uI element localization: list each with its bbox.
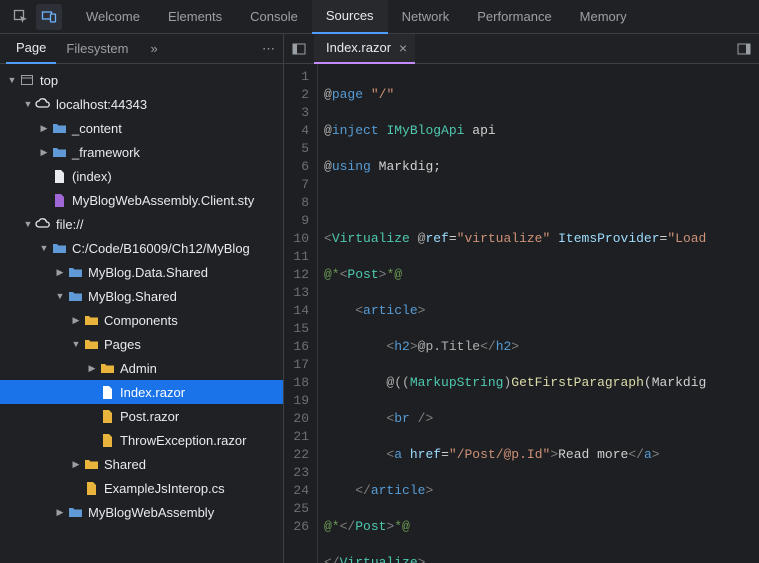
chevron-down-icon: ▼	[54, 291, 66, 301]
sidebar-tab-page[interactable]: Page	[6, 34, 56, 64]
tree-file-scheme[interactable]: ▼ file://	[0, 212, 283, 236]
tree-content[interactable]: ▶ _content	[0, 116, 283, 140]
editor-tab-bar: Index.razor ×	[284, 34, 759, 64]
tree-label: localhost:44343	[56, 97, 147, 112]
tree-index-razor[interactable]: Index.razor	[0, 380, 283, 404]
folder-icon	[66, 263, 84, 281]
close-icon[interactable]: ×	[399, 40, 407, 56]
tree-data-shared[interactable]: ▶ MyBlog.Data.Shared	[0, 260, 283, 284]
line-gutter: 1234567891011121314151617181920212223242…	[284, 64, 318, 563]
cloud-icon	[34, 95, 52, 113]
document-icon	[98, 383, 116, 401]
folder-icon	[66, 503, 84, 521]
folder-icon	[82, 335, 100, 353]
tab-sources[interactable]: Sources	[312, 0, 388, 34]
tree-components[interactable]: ▶ Components	[0, 308, 283, 332]
tree-label: ExampleJsInterop.cs	[104, 481, 225, 496]
tree-pages[interactable]: ▼ Pages	[0, 332, 283, 356]
tree-top[interactable]: ▼ top	[0, 68, 283, 92]
tab-memory[interactable]: Memory	[566, 0, 641, 34]
tree-webassembly[interactable]: ▶ MyBlogWebAssembly	[0, 500, 283, 524]
folder-icon	[82, 311, 100, 329]
tree-label: Admin	[120, 361, 157, 376]
file-tree: ▼ top ▼ localhost:44343 ▶ _content ▶ _fr…	[0, 64, 283, 563]
cloud-icon	[34, 215, 52, 233]
chevron-right-icon: ▶	[86, 363, 98, 374]
more-tabs-icon[interactable]: »	[143, 41, 166, 56]
document-icon	[50, 167, 68, 185]
folder-icon	[50, 119, 68, 137]
tree-label: MyBlog.Shared	[88, 289, 177, 304]
tree-label: _content	[72, 121, 122, 136]
tab-welcome[interactable]: Welcome	[72, 0, 154, 34]
tree-label: MyBlogWebAssembly.Client.sty	[72, 193, 254, 208]
kebab-menu-icon[interactable]: ⋯	[262, 41, 275, 57]
devtools-tab-bar: Welcome Elements Console Sources Network…	[0, 0, 759, 34]
tab-elements[interactable]: Elements	[154, 0, 236, 34]
show-debugger-button[interactable]	[729, 41, 759, 57]
chevron-down-icon: ▼	[22, 219, 34, 229]
tree-label: Shared	[104, 457, 146, 472]
tree-label: (index)	[72, 169, 112, 184]
code-content: @page @page "/""/" @inject IMyBlogApi ap…	[318, 64, 759, 563]
tree-js-interop[interactable]: ExampleJsInterop.cs	[0, 476, 283, 500]
tree-label: ThrowException.razor	[120, 433, 246, 448]
folder-icon	[82, 455, 100, 473]
stylesheet-icon	[50, 191, 68, 209]
tree-path[interactable]: ▼ C:/Code/B16009/Ch12/MyBlog	[0, 236, 283, 260]
chevron-down-icon: ▼	[6, 75, 18, 85]
sources-sidebar: Page Filesystem » ⋯ ▼ top ▼ localhost:44…	[0, 34, 284, 563]
tree-label: Post.razor	[120, 409, 179, 424]
sidebar-tab-filesystem[interactable]: Filesystem	[56, 34, 138, 64]
chevron-right-icon: ▶	[54, 507, 66, 518]
script-icon	[82, 479, 100, 497]
tree-post-razor[interactable]: Post.razor	[0, 404, 283, 428]
script-icon	[98, 407, 116, 425]
folder-icon	[50, 239, 68, 257]
show-navigator-button[interactable]	[284, 41, 314, 57]
tree-label: _framework	[72, 145, 140, 160]
tree-label: MyBlog.Data.Shared	[88, 265, 208, 280]
chevron-right-icon: ▶	[70, 459, 82, 470]
tree-shared-folder[interactable]: ▶ Shared	[0, 452, 283, 476]
tab-performance[interactable]: Performance	[463, 0, 565, 34]
sidebar-tab-bar: Page Filesystem » ⋯	[0, 34, 283, 64]
chevron-down-icon: ▼	[70, 339, 82, 349]
editor-tab-label: Index.razor	[326, 40, 391, 55]
folder-icon	[50, 143, 68, 161]
chevron-down-icon: ▼	[38, 243, 50, 253]
tree-label: file://	[56, 217, 83, 232]
editor-pane: Index.razor × 12345678910111213141516171…	[284, 34, 759, 563]
tree-index[interactable]: (index)	[0, 164, 283, 188]
tab-console[interactable]: Console	[236, 0, 312, 34]
inspect-element-button[interactable]	[8, 4, 34, 30]
tree-label: MyBlogWebAssembly	[88, 505, 214, 520]
tree-throw-razor[interactable]: ThrowException.razor	[0, 428, 283, 452]
folder-icon	[66, 287, 84, 305]
tree-label: C:/Code/B16009/Ch12/MyBlog	[72, 241, 250, 256]
chevron-down-icon: ▼	[22, 99, 34, 109]
device-toolbar-button[interactable]	[36, 4, 62, 30]
editor-tab-index-razor[interactable]: Index.razor ×	[314, 34, 415, 64]
tree-shared[interactable]: ▼ MyBlog.Shared	[0, 284, 283, 308]
tab-network[interactable]: Network	[388, 0, 464, 34]
tree-framework[interactable]: ▶ _framework	[0, 140, 283, 164]
code-editor[interactable]: 1234567891011121314151617181920212223242…	[284, 64, 759, 563]
folder-icon	[98, 359, 116, 377]
tree-client-styles[interactable]: MyBlogWebAssembly.Client.sty	[0, 188, 283, 212]
script-icon	[98, 431, 116, 449]
tree-label: Components	[104, 313, 178, 328]
tree-label: top	[40, 73, 58, 88]
frame-icon	[18, 71, 36, 89]
chevron-right-icon: ▶	[38, 123, 50, 134]
tree-admin[interactable]: ▶ Admin	[0, 356, 283, 380]
tree-label: Index.razor	[120, 385, 185, 400]
chevron-right-icon: ▶	[38, 147, 50, 158]
tree-localhost[interactable]: ▼ localhost:44343	[0, 92, 283, 116]
chevron-right-icon: ▶	[54, 267, 66, 278]
tree-label: Pages	[104, 337, 141, 352]
chevron-right-icon: ▶	[70, 315, 82, 326]
